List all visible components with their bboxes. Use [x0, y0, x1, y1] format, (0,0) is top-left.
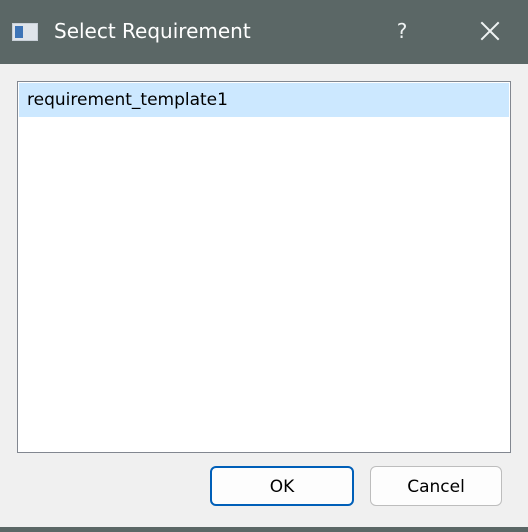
close-button[interactable] — [470, 14, 510, 48]
requirement-list[interactable]: requirement_template1 — [17, 81, 511, 453]
select-requirement-dialog: Select Requirement ? requirement_templat… — [0, 0, 528, 532]
dialog-title: Select Requirement — [54, 19, 251, 43]
app-window-icon-pane — [15, 26, 23, 38]
help-button[interactable]: ? — [382, 14, 422, 48]
title-bar[interactable]: Select Requirement ? — [0, 0, 528, 64]
window-bottom-border — [0, 527, 528, 532]
list-item-label: requirement_template1 — [27, 90, 228, 110]
cancel-button[interactable]: Cancel — [370, 466, 502, 506]
app-window-icon — [12, 23, 38, 41]
ok-button[interactable]: OK — [210, 466, 354, 506]
close-icon — [480, 21, 500, 41]
list-item[interactable]: requirement_template1 — [19, 83, 509, 117]
